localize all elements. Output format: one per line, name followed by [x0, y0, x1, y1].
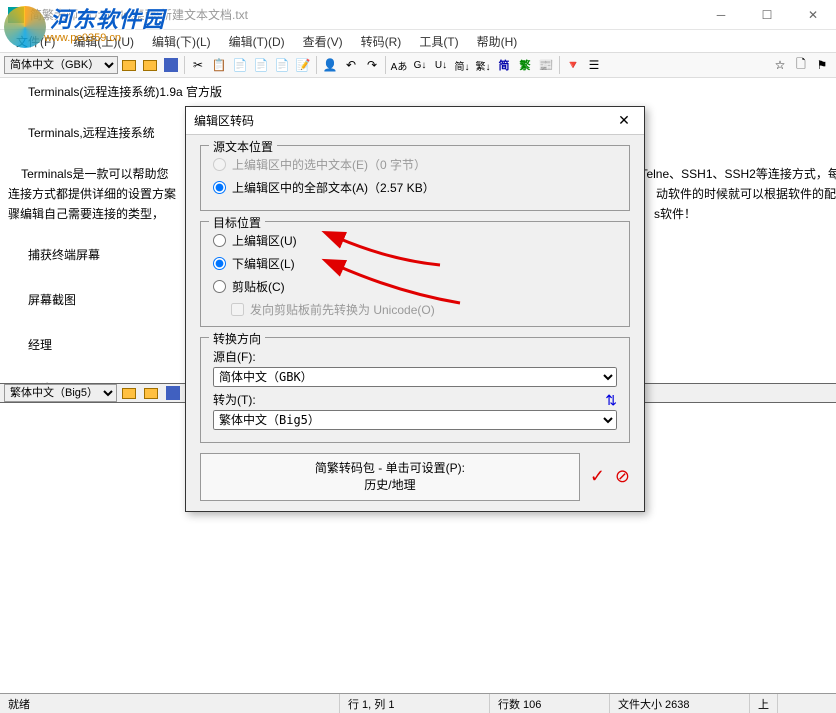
- text-ab-icon[interactable]: Aあ: [389, 55, 409, 75]
- user-icon[interactable]: 👤: [320, 55, 340, 75]
- window-title: 简繁大师 - D:\tools\桌面\新建文本文档.txt: [30, 6, 698, 23]
- minimize-button[interactable]: ─: [698, 0, 744, 30]
- radio-upper-input[interactable]: [213, 234, 226, 247]
- radio-selected-text: 上编辑区中的选中文本(E)（0 字节）: [213, 156, 617, 173]
- radio-clipboard-input[interactable]: [213, 280, 226, 293]
- menu-edit-upper[interactable]: 编辑(上)(U): [65, 31, 142, 52]
- open-folder-lower-icon[interactable]: [119, 383, 139, 403]
- radio-lower-editor[interactable]: 下编辑区(L): [213, 255, 617, 272]
- menu-tools[interactable]: 工具(T): [411, 31, 466, 52]
- fan2-icon[interactable]: 繁: [515, 55, 535, 75]
- to-select[interactable]: 繁体中文（Big5）: [213, 410, 617, 430]
- flag-icon[interactable]: ⚑: [812, 55, 832, 75]
- edit-icon[interactable]: 📝: [293, 55, 313, 75]
- direction-group-title: 转换方向: [209, 330, 265, 347]
- target-group-title: 目标位置: [209, 214, 265, 231]
- radio-all-text[interactable]: 上编辑区中的全部文本(A)（2.57 KB）: [213, 179, 617, 196]
- open-folder2-icon[interactable]: [140, 55, 160, 75]
- status-filesize: 文件大小 2638: [610, 694, 750, 713]
- paste3-icon[interactable]: 📄: [272, 55, 292, 75]
- maximize-button[interactable]: ☐: [744, 0, 790, 30]
- statusbar: 就绪 行 1, 列 1 行数 106 文件大小 2638 上: [0, 693, 836, 713]
- encoding-select-upper[interactable]: 简体中文（GBK）: [4, 56, 118, 74]
- app-icon: [8, 7, 24, 23]
- encoding-select-lower[interactable]: 繁体中文（Big5）: [4, 384, 117, 402]
- from-select[interactable]: 简体中文（GBK）: [213, 367, 617, 387]
- status-lines: 行数 106: [490, 694, 610, 713]
- status-position: 行 1, 列 1: [340, 694, 490, 713]
- undo-icon[interactable]: ↶: [341, 55, 361, 75]
- paste2-icon[interactable]: 📄: [251, 55, 271, 75]
- paste-icon[interactable]: 📄: [230, 55, 250, 75]
- confirm-check-icon[interactable]: ✓: [590, 466, 605, 487]
- toolbar: 简体中文（GBK） ✂ 📋 📄 📄 📄 📝 👤 ↶ ↷ Aあ G↓ U↓ 简↓ …: [0, 52, 836, 78]
- cancel-stop-icon[interactable]: ⊘: [615, 466, 630, 487]
- source-group-title: 源文本位置: [209, 138, 277, 155]
- window-titlebar: 简繁大师 - D:\tools\桌面\新建文本文档.txt ─ ☐ ✕: [0, 0, 836, 30]
- jian-down-icon[interactable]: 简↓: [452, 55, 472, 75]
- open-folder-icon[interactable]: [119, 55, 139, 75]
- from-label: 源自(F):: [213, 348, 617, 365]
- menubar: 文件(F) 编辑(上)(U) 编辑(下)(L) 编辑(T)(D) 查看(V) 转…: [0, 30, 836, 52]
- direction-groupbox: 转换方向 源自(F): 简体中文（GBK） 转为(T): ⇅ 繁体中文（Big5…: [200, 337, 630, 443]
- save-icon[interactable]: [161, 55, 181, 75]
- check-unicode: 发向剪贴板前先转换为 Unicode(O): [231, 301, 617, 318]
- source-groupbox: 源文本位置 上编辑区中的选中文本(E)（0 字节） 上编辑区中的全部文本(A)（…: [200, 145, 630, 211]
- menu-edit-lower[interactable]: 编辑(下)(L): [144, 31, 219, 52]
- jian2-icon[interactable]: 简: [494, 55, 514, 75]
- g-down-icon[interactable]: G↓: [410, 55, 430, 75]
- status-end: 上: [750, 694, 778, 713]
- cut-icon[interactable]: ✂: [188, 55, 208, 75]
- radio-upper-editor[interactable]: 上编辑区(U): [213, 232, 617, 249]
- radio-lower-input[interactable]: [213, 257, 226, 270]
- filter-icon[interactable]: 🔻: [563, 55, 583, 75]
- menu-edit[interactable]: 编辑(T)(D): [221, 31, 293, 52]
- star-icon[interactable]: ☆: [770, 55, 790, 75]
- swap-direction-button[interactable]: ⇅: [605, 392, 617, 409]
- close-button[interactable]: ✕: [790, 0, 836, 30]
- check-unicode-input: [231, 303, 244, 316]
- dialog-title: 编辑区转码: [194, 112, 612, 129]
- copy-icon[interactable]: 📋: [209, 55, 229, 75]
- list-icon[interactable]: ☰: [584, 55, 604, 75]
- redo-icon[interactable]: ↷: [362, 55, 382, 75]
- dialog-close-button[interactable]: ✕: [612, 109, 636, 133]
- status-ready: 就绪: [0, 694, 340, 713]
- convert-dialog: 编辑区转码 ✕ 源文本位置 上编辑区中的选中文本(E)（0 字节） 上编辑区中的…: [185, 106, 645, 512]
- to-label: 转为(T):: [213, 391, 256, 408]
- menu-help[interactable]: 帮助(H): [469, 31, 526, 52]
- u-down-icon[interactable]: U↓: [431, 55, 451, 75]
- new-doc-icon[interactable]: 🗋: [791, 55, 811, 75]
- menu-convert[interactable]: 转码(R): [353, 31, 410, 52]
- radio-all-input[interactable]: [213, 181, 226, 194]
- radio-selected-input: [213, 158, 226, 171]
- menu-view[interactable]: 查看(V): [295, 31, 351, 52]
- fan-down-icon[interactable]: 繁↓: [473, 55, 493, 75]
- open-folder2-lower-icon[interactable]: [141, 383, 161, 403]
- radio-clipboard[interactable]: 剪贴板(C): [213, 278, 617, 295]
- menu-file[interactable]: 文件(F): [8, 31, 63, 52]
- convert-doc-icon[interactable]: 📰: [536, 55, 556, 75]
- save-lower-icon[interactable]: [163, 383, 183, 403]
- convert-pack-button[interactable]: 简繁转码包 - 单击可设置(P): 历史/地理: [200, 453, 580, 501]
- editor-line: Terminals(远程连接系统)1.9a 官方版: [28, 82, 828, 102]
- target-groupbox: 目标位置 上编辑区(U) 下编辑区(L) 剪贴板(C) 发向剪贴板前先转换为 U…: [200, 221, 630, 327]
